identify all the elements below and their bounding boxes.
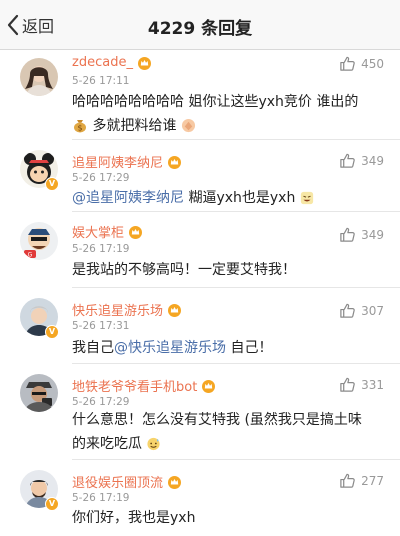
- thumbs-up-icon: [339, 226, 356, 243]
- like-button[interactable]: 277: [339, 472, 384, 489]
- back-button[interactable]: 返回: [6, 12, 54, 38]
- comment-item[interactable]: G 娱大掌柜 5-26 17:19 349 是我站的不够高吗！一定要艾特我！: [0, 212, 400, 288]
- comment-line-text: 我自己: [72, 340, 114, 356]
- like-count: 331: [361, 377, 384, 392]
- username-text: 娱大掌柜: [72, 226, 125, 241]
- comment-line: 哈哈哈哈哈哈哈哈 姐你让这些yxh竞价 谁出的: [72, 94, 359, 110]
- comment-item[interactable]: V 快乐追星游乐场 5-26 17:31 307 我自己@快乐追星游乐场 自己！: [0, 288, 400, 364]
- money-bag-emoji-icon: $: [74, 120, 86, 133]
- username-text: 追星阿姨李纳尼: [72, 156, 164, 171]
- comment-text: 是我站的不够高吗！一定要艾特我！: [72, 262, 296, 278]
- like-button[interactable]: 349: [339, 226, 384, 243]
- comment-line-text: 糊逼yxh也是yxh: [184, 190, 296, 206]
- username-text: zdecade_: [72, 55, 133, 70]
- thumbs-up-icon: [339, 55, 356, 72]
- comment-text: @追星阿姨李纳尼 糊逼yxh也是yxh: [72, 186, 384, 210]
- comment-item[interactable]: zdecade_ 5-26 17:11 450 哈哈哈哈哈哈哈哈 姐你让这些yx…: [0, 50, 400, 140]
- comment-text: 什么意思！怎么没有艾特我 (虽然我只是搞土味 的来吃吃瓜: [72, 408, 384, 456]
- like-button[interactable]: 450: [339, 55, 384, 72]
- laugh-emoji-icon: [300, 191, 313, 205]
- timestamp: 5-26 17:19: [72, 243, 130, 255]
- comment-text: 哈哈哈哈哈哈哈哈 姐你让这些yxh竞价 谁出的 $ 多就把料给谁: [72, 90, 384, 138]
- like-button[interactable]: 349: [339, 152, 384, 169]
- comment-line: $ 多就把料给谁: [72, 114, 384, 138]
- verified-badge-icon: V: [45, 325, 59, 339]
- svg-text:G: G: [28, 252, 33, 259]
- timestamp: 5-26 17:29: [72, 172, 130, 184]
- thumbs-up-icon: [339, 376, 356, 393]
- username-link[interactable]: zdecade_: [72, 55, 152, 70]
- crown-badge-icon: [128, 225, 143, 239]
- sweat-smile-emoji-icon: [147, 437, 161, 451]
- mention-link[interactable]: @追星阿姨李纳尼: [72, 190, 184, 206]
- comment-text: 我自己@快乐追星游乐场 自己！: [72, 336, 384, 360]
- timestamp: 5-26 17:19: [72, 492, 130, 504]
- avatar-photo-icon[interactable]: [20, 58, 58, 96]
- crown-badge-icon: [167, 475, 182, 489]
- comment-item[interactable]: V 退役娱乐圈顶流 5-26 17:19 277 你们好，我也是yxh: [0, 460, 400, 536]
- crown-badge-icon: [201, 379, 216, 393]
- like-button[interactable]: 307: [339, 302, 384, 319]
- like-button[interactable]: 331: [339, 376, 384, 393]
- username-text: 地铁老爷爷看手机bot: [72, 380, 198, 395]
- thumbs-up-icon: [339, 152, 356, 169]
- username-link[interactable]: 退役娱乐圈顶流: [72, 472, 182, 491]
- comment-item[interactable]: V 追星阿姨李纳尼 5-26 17:29 349 @追星阿姨李纳尼 糊逼yxh也…: [0, 140, 400, 212]
- crown-badge-icon: [167, 155, 182, 169]
- page-title: 4229 条回复: [147, 19, 253, 39]
- verified-badge-icon: V: [45, 177, 59, 191]
- svg-text:$: $: [77, 124, 82, 133]
- comment-line-text: 多就把料给谁: [92, 118, 177, 134]
- like-count: 450: [361, 56, 384, 71]
- comment-line: 的来吃吃瓜: [72, 432, 384, 456]
- username-link[interactable]: 快乐追星游乐场: [72, 300, 182, 319]
- nav-bar: 返回 4229 条回复: [0, 0, 400, 50]
- thumbs-up-icon: [339, 472, 356, 489]
- mention-link[interactable]: @快乐追星游乐场: [114, 340, 226, 356]
- comment-line: 什么意思！怎么没有艾特我 (虽然我只是搞土味: [72, 412, 362, 428]
- avatar-sticker-icon[interactable]: G: [20, 222, 58, 260]
- comment-line-text: 的来吃吃瓜: [72, 436, 142, 452]
- comment-item[interactable]: 地铁老爷爷看手机bot 5-26 17:29 331 什么意思！怎么没有艾特我 …: [0, 364, 400, 460]
- username-link[interactable]: 追星阿姨李纳尼: [72, 152, 182, 171]
- timestamp: 5-26 17:31: [72, 320, 130, 332]
- thumbs-up-icon: [339, 302, 356, 319]
- verified-badge-icon: V: [45, 497, 59, 511]
- username-link[interactable]: 娱大掌柜: [72, 222, 143, 241]
- timestamp: 5-26 17:11: [72, 75, 130, 87]
- crown-badge-icon: [167, 303, 182, 317]
- like-count: 349: [361, 227, 384, 242]
- like-count: 349: [361, 153, 384, 168]
- timestamp: 5-26 17:29: [72, 396, 130, 408]
- avatar-photo-icon[interactable]: [20, 374, 58, 412]
- username-link[interactable]: 地铁老爷爷看手机bot: [72, 376, 216, 395]
- comment-text: 你们好，我也是yxh: [72, 510, 196, 526]
- username-text: 快乐追星游乐场: [72, 304, 164, 319]
- like-count: 307: [361, 303, 384, 318]
- username-text: 退役娱乐圈顶流: [72, 476, 164, 491]
- clap-emoji-icon: [181, 118, 195, 133]
- like-count: 277: [361, 473, 384, 488]
- back-label: 返回: [22, 17, 55, 36]
- chevron-left-icon: [7, 14, 19, 36]
- comment-line-text: 自己！: [226, 340, 273, 356]
- crown-badge-icon: [137, 56, 152, 70]
